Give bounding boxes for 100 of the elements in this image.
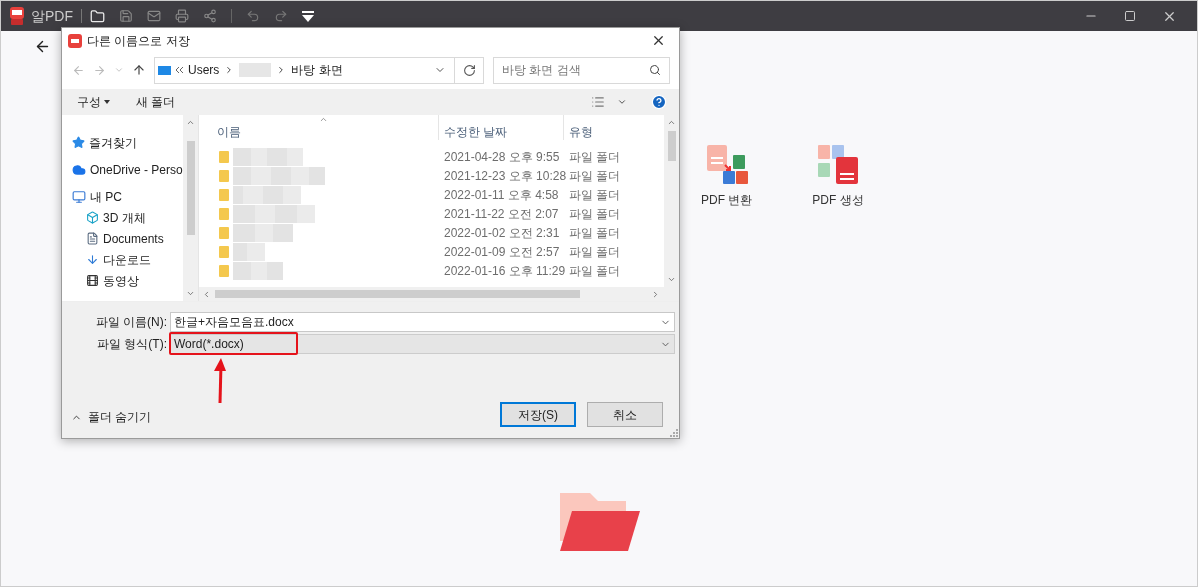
cube-icon — [86, 211, 99, 224]
folder-icon — [219, 245, 229, 258]
column-header[interactable]: 수정한 날짜 — [439, 115, 564, 140]
double-chevron-left-icon[interactable] — [176, 67, 183, 73]
refresh-button[interactable] — [455, 56, 484, 84]
scroll-right-icon[interactable] — [651, 289, 660, 299]
caret-icon — [104, 100, 110, 104]
scroll-up-icon[interactable] — [186, 118, 195, 127]
dropdown-menu-icon[interactable] — [302, 10, 314, 22]
nav-item[interactable]: 3D 개체 — [62, 207, 183, 228]
nav-item[interactable]: 즐겨찾기 — [62, 132, 183, 153]
help-icon[interactable] — [651, 94, 667, 110]
nav-item[interactable]: 다운로드 — [62, 249, 183, 270]
file-row[interactable]: 2022-01-09 오전 2:57 파일 폴더 — [199, 242, 664, 261]
forward-icon[interactable] — [93, 63, 106, 77]
folder-icon — [219, 207, 229, 220]
file-create-icon — [816, 143, 860, 185]
folder-icon — [219, 150, 229, 163]
app-name: 알PDF — [31, 6, 73, 26]
dialog-button[interactable]: 저장(S) — [500, 402, 576, 427]
sort-indicator-icon — [319, 115, 328, 124]
scroll-thumb[interactable] — [667, 131, 676, 161]
modified-date: 2022-01-11 오후 4:58 — [443, 186, 560, 204]
field-label: 파일 형식(T): — [96, 336, 168, 353]
item-type: 파일 폴더 — [568, 205, 621, 223]
item-type: 파일 폴더 — [568, 262, 621, 280]
nav-item[interactable]: OneDrive - Perso — [62, 159, 183, 180]
share-icon[interactable] — [203, 9, 217, 23]
computer-icon — [72, 189, 86, 204]
column-header[interactable]: 이름 — [199, 115, 439, 140]
undo-icon[interactable] — [246, 9, 260, 23]
feature-tile[interactable]: PDF 생성 — [812, 143, 864, 209]
mail-icon[interactable] — [147, 9, 161, 23]
folder-icon — [219, 264, 229, 277]
item-type: 파일 폴더 — [568, 167, 621, 185]
star-icon — [72, 136, 85, 149]
modified-date: 2021-12-23 오후 10:28 — [443, 167, 564, 185]
print-icon[interactable] — [175, 9, 189, 23]
file-row[interactable]: 2021-04-28 오후 9:55 파일 폴더 — [199, 147, 664, 166]
scroll-down-icon[interactable] — [186, 289, 195, 298]
modified-date: 2021-11-22 오전 2:07 — [443, 205, 560, 223]
breadcrumb-item[interactable]: 바탕 화면 — [291, 61, 343, 79]
scroll-thumb[interactable] — [186, 141, 195, 235]
folder-icon — [219, 226, 229, 239]
file-convert-icon — [704, 143, 749, 185]
caret-icon[interactable] — [617, 97, 627, 107]
dialog-button[interactable]: 취소 — [587, 402, 663, 427]
item-type: 파일 폴더 — [568, 224, 621, 242]
scroll-thumb[interactable] — [215, 290, 580, 298]
item-type: 파일 폴더 — [568, 243, 621, 261]
save-icon[interactable] — [119, 9, 133, 23]
folder-icon[interactable] — [90, 8, 105, 24]
file-row[interactable]: 2021-11-22 오전 2:07 파일 폴더 — [199, 204, 664, 223]
folder-icon — [219, 188, 229, 201]
close-icon[interactable] — [651, 33, 666, 48]
column-header[interactable]: 유형 — [564, 115, 664, 140]
cloud-icon — [72, 162, 86, 177]
maximize-icon[interactable] — [1124, 10, 1136, 22]
search-field[interactable]: 바탕 화면 검색 — [493, 56, 670, 84]
search-icon — [649, 64, 661, 76]
annotation-arrow — [213, 358, 227, 404]
view-options-icon[interactable] — [591, 95, 605, 109]
item-type: 파일 폴더 — [568, 148, 621, 166]
app-logo-icon — [7, 6, 27, 26]
download-icon — [86, 253, 99, 266]
scroll-left-icon[interactable] — [202, 289, 211, 299]
breadcrumb-item[interactable]: Users — [188, 61, 220, 79]
modified-date: 2021-04-28 오후 9:55 — [443, 148, 561, 166]
up-icon[interactable] — [132, 63, 146, 77]
item-type: 파일 폴더 — [568, 186, 621, 204]
nav-item[interactable]: 내 PC — [62, 186, 183, 207]
dialog-title: 다른 이름으로 저장 — [87, 32, 190, 50]
file-row[interactable]: 2021-12-23 오후 10:28 파일 폴더 — [199, 166, 664, 185]
blurred-name — [233, 185, 301, 204]
scroll-up-icon[interactable] — [667, 118, 676, 127]
modified-date: 2022-01-09 오전 2:57 — [443, 243, 561, 261]
organize-button[interactable]: 구성 — [77, 93, 110, 111]
scroll-down-icon[interactable] — [667, 275, 676, 284]
blurred-name — [239, 63, 272, 77]
nav-item[interactable]: Documents — [62, 228, 183, 249]
blurred-name — [233, 147, 303, 166]
folder-icon — [219, 169, 229, 182]
file-row[interactable]: 2022-01-02 오전 2:31 파일 폴더 — [199, 223, 664, 242]
field-label: 파일 이름(N): — [94, 314, 168, 331]
hide-folders-button[interactable]: 폴더 숨기기 — [71, 408, 152, 426]
document-icon — [86, 232, 99, 245]
feature-tile[interactable]: PDF 변환 — [701, 143, 753, 209]
refresh-icon — [462, 63, 476, 77]
back-icon[interactable] — [72, 63, 85, 77]
file-type-dropdown[interactable]: Word(*.docx) — [170, 334, 675, 354]
film-icon — [86, 274, 99, 287]
horizontal-scrollbar[interactable] — [199, 287, 679, 301]
file-name-field[interactable]: 한글+자음모음표.docx — [170, 312, 675, 332]
redo-icon[interactable] — [274, 9, 288, 23]
nav-item[interactable]: 동영상 — [62, 270, 183, 291]
file-row[interactable]: 2022-01-16 오후 11:29 파일 폴더 — [199, 261, 664, 280]
file-row[interactable]: 2022-01-11 오후 4:58 파일 폴더 — [199, 185, 664, 204]
resize-grip-icon[interactable] — [669, 428, 678, 437]
address-bar[interactable]: Users 바탕 화면 — [154, 56, 455, 84]
new-folder-button[interactable]: 새 폴더 — [136, 93, 176, 111]
